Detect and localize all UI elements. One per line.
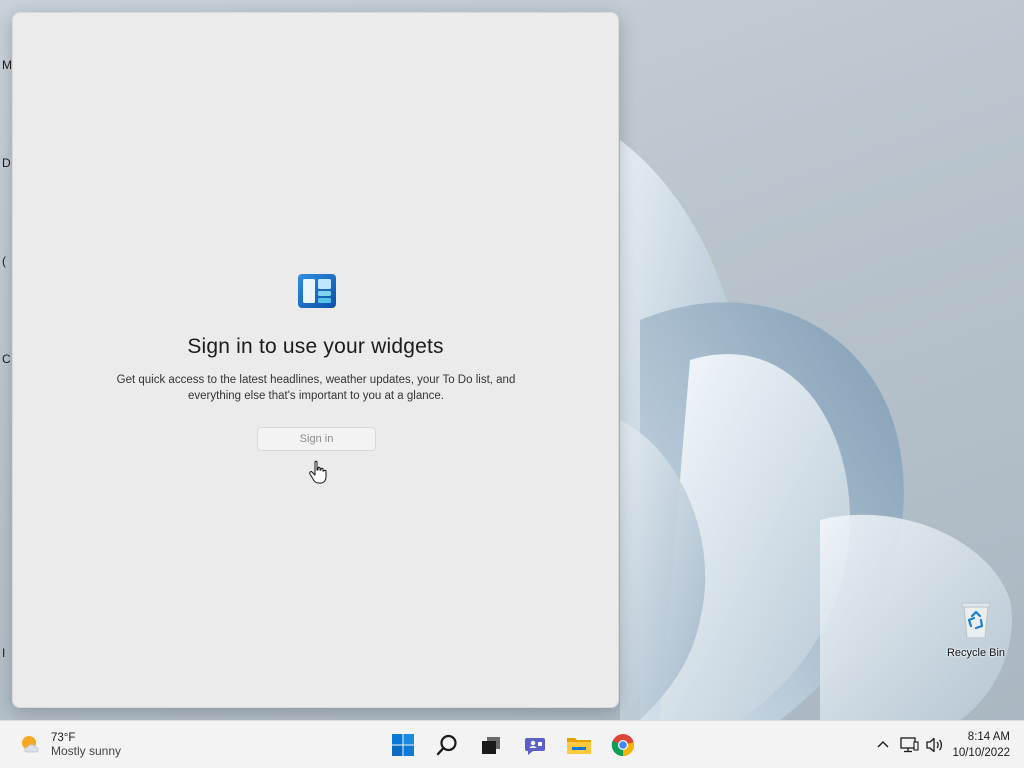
chrome-icon [611, 734, 634, 757]
volume-icon [926, 737, 943, 753]
task-view-button[interactable] [474, 729, 508, 761]
clock-time: 8:14 AM [967, 731, 1010, 743]
task-view-icon [482, 737, 500, 754]
sign-in-button[interactable]: Sign in [257, 427, 376, 451]
desktop-icon-label-partial[interactable]: I [2, 646, 5, 660]
network-icon [900, 737, 919, 753]
chrome-button[interactable] [606, 729, 640, 761]
recycle-bin[interactable]: Recycle Bin [940, 598, 1012, 659]
desktop-icon-label-partial[interactable]: D [2, 156, 11, 170]
clock-date: 10/10/2022 [952, 747, 1010, 759]
start-button[interactable] [386, 729, 420, 761]
widgets-title: Sign in to use your widgets [187, 335, 444, 358]
search-button[interactable] [430, 729, 464, 761]
system-tray [868, 735, 946, 755]
desktop-icon-label-partial[interactable]: M [2, 58, 12, 72]
file-explorer-button[interactable] [562, 729, 596, 761]
chevron-up-icon [877, 741, 889, 748]
windows-logo-icon [392, 734, 414, 756]
volume-button[interactable] [924, 735, 946, 755]
weather-condition: Mostly sunny [51, 744, 122, 758]
show-hidden-icons-button[interactable] [872, 735, 894, 755]
hand-cursor-icon [309, 460, 327, 484]
chat-button[interactable] [518, 729, 552, 761]
recycle-bin-icon [961, 602, 991, 639]
widgets-panel: Sign in to use your widgets Get quick ac… [12, 12, 619, 708]
widgets-icon [298, 274, 336, 308]
partly-sunny-icon [22, 736, 39, 753]
desktop-icon-label-partial[interactable]: ( [2, 254, 6, 268]
desktop-icon-label-partial[interactable]: C [2, 352, 11, 366]
weather-temperature: 73°F [51, 732, 76, 744]
taskbar-apps [386, 729, 650, 761]
widgets-description: Get quick access to the latest headlines… [116, 374, 516, 402]
clock[interactable]: 8:14 AM 10/10/2022 [952, 729, 1010, 761]
folder-icon [567, 738, 591, 754]
network-button[interactable] [898, 735, 920, 755]
recycle-bin-label: Recycle Bin [946, 647, 1006, 659]
taskbar: 73°F Mostly sunny 8:14 AM 10/10/2022 [0, 720, 1024, 768]
chat-icon [525, 738, 545, 755]
weather-widget[interactable]: 73°F Mostly sunny [18, 727, 121, 763]
search-icon [436, 734, 457, 756]
